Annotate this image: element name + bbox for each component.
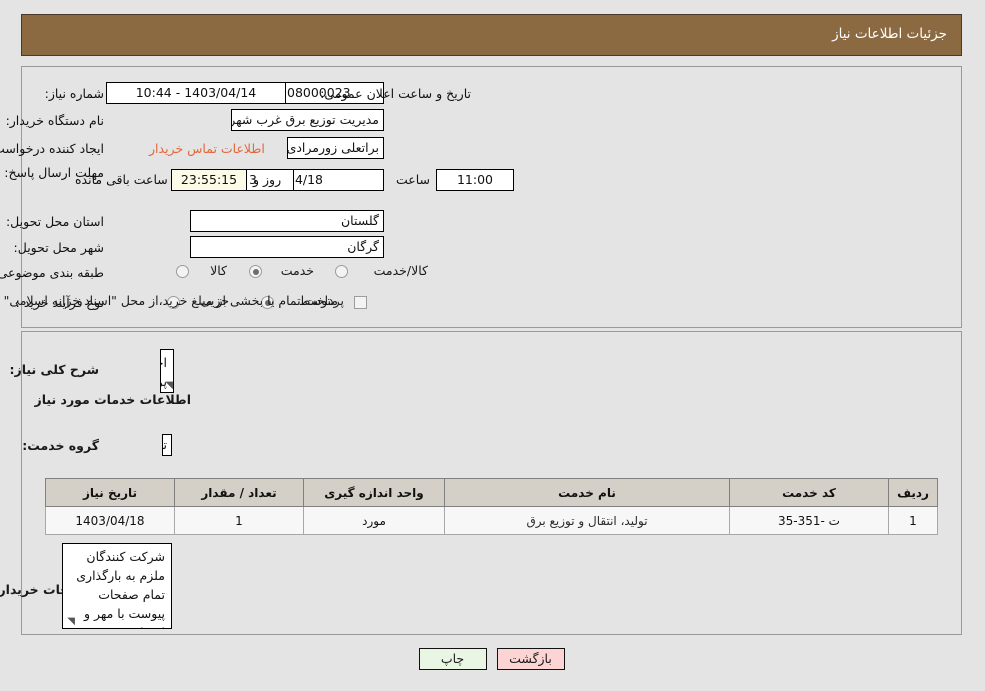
cell-unit: مورد bbox=[304, 506, 446, 535]
th-code: کد خدمت bbox=[730, 478, 890, 507]
category-radio-goods-label: کالا bbox=[211, 263, 228, 278]
buyer-org-value: مدیریت توزیع برق غرب شهرستان گرگان bbox=[232, 109, 385, 131]
th-unit: واحد اندازه گیری bbox=[304, 478, 446, 507]
hour-label: ساعت bbox=[396, 172, 431, 187]
creator-value: براتعلی زورمرادی کاربرداز مدیریت توزیع ب… bbox=[288, 137, 385, 159]
back-button[interactable]: بازگشت bbox=[497, 648, 566, 670]
announce-datetime-value: 1403/04/14 - 10:44 bbox=[107, 82, 287, 104]
page-header-bar: جزئیات اطلاعات نیاز bbox=[22, 14, 963, 56]
city-value: گرگان bbox=[191, 236, 385, 258]
services-section-heading: اطلاعات خدمات مورد نیاز bbox=[35, 392, 193, 407]
cell-qty: 1 bbox=[175, 506, 305, 535]
announce-datetime-label: تاریخ و ساعت اعلان عمومی: bbox=[321, 86, 472, 101]
cell-row: 1 bbox=[889, 506, 939, 535]
buyer-contact-link[interactable]: اطلاعات تماس خریدار bbox=[150, 141, 266, 156]
days-label: روز و bbox=[254, 172, 283, 187]
category-radio-service[interactable] bbox=[250, 265, 263, 278]
th-qty: تعداد / مقدار bbox=[175, 478, 305, 507]
treasury-note: پرداخت تمام یا بخشی از مبلغ خرید،از محل … bbox=[0, 293, 345, 308]
service-group-label: گروه خدمت: bbox=[23, 438, 100, 453]
treasury-checkbox[interactable] bbox=[355, 296, 368, 309]
province-label: استان محل تحویل: bbox=[6, 214, 105, 229]
general-description-label: شرح کلی نیاز: bbox=[10, 362, 100, 377]
city-label: شهر محل تحویل: bbox=[14, 240, 105, 255]
services-table: ردیف کد خدمت نام خدمت واحد اندازه گیری ت… bbox=[46, 478, 939, 535]
print-button[interactable]: چاپ bbox=[419, 648, 488, 670]
category-radio-goods[interactable] bbox=[177, 265, 190, 278]
category-radio-goods-service[interactable] bbox=[336, 265, 349, 278]
countdown-value: 23:55:15 bbox=[172, 169, 248, 191]
resize-grip-icon-notes[interactable]: ◥ bbox=[66, 617, 76, 627]
general-description-value[interactable]: اجرای پروژه جابجایی پست زمینی ژاندارمری … bbox=[161, 349, 175, 393]
category-radio-service-label: خدمت bbox=[281, 263, 315, 278]
service-group-value: تامین برق، گاز، بخار و تهویه هوا bbox=[163, 434, 173, 456]
th-row: ردیف bbox=[889, 478, 939, 507]
creator-label: ایجاد کننده درخواست: bbox=[0, 141, 105, 156]
remaining-label: ساعت باقی مانده bbox=[76, 172, 169, 187]
cell-name: تولید، انتقال و توزیع برق bbox=[445, 506, 731, 535]
category-radio-goods-service-label: کالا/خدمت bbox=[374, 263, 429, 278]
resize-grip-icon[interactable]: ◥ bbox=[164, 381, 174, 391]
th-name: نام خدمت bbox=[445, 478, 731, 507]
cell-code: ت -351-35 bbox=[730, 506, 890, 535]
deadline-time-value: 11:00 bbox=[437, 169, 515, 191]
table-row[interactable]: 1 ت -351-35 تولید، انتقال و توزیع برق مو… bbox=[46, 506, 939, 535]
buyer-notes-text: شرکت کنندگان ملزم به بارگذاری تمام صفحات… bbox=[77, 549, 166, 628]
need-number-label: شماره نیاز: bbox=[45, 86, 105, 101]
buyer-notes-value[interactable]: شرکت کنندگان ملزم به بارگذاری تمام صفحات… bbox=[63, 543, 173, 629]
action-buttons: بازگشت چاپ bbox=[0, 648, 985, 670]
category-label: طبقه بندی موضوعی: bbox=[0, 265, 105, 280]
th-date: تاریخ نیاز bbox=[46, 478, 176, 507]
table-header-row: ردیف کد خدمت نام خدمت واحد اندازه گیری ت… bbox=[46, 478, 939, 507]
buyer-org-label: نام دستگاه خریدار: bbox=[6, 113, 105, 128]
need-info-panel bbox=[22, 66, 963, 328]
cell-date: 1403/04/18 bbox=[46, 506, 176, 535]
province-value: گلستان bbox=[191, 210, 385, 232]
page-title: جزئیات اطلاعات نیاز bbox=[833, 26, 948, 42]
